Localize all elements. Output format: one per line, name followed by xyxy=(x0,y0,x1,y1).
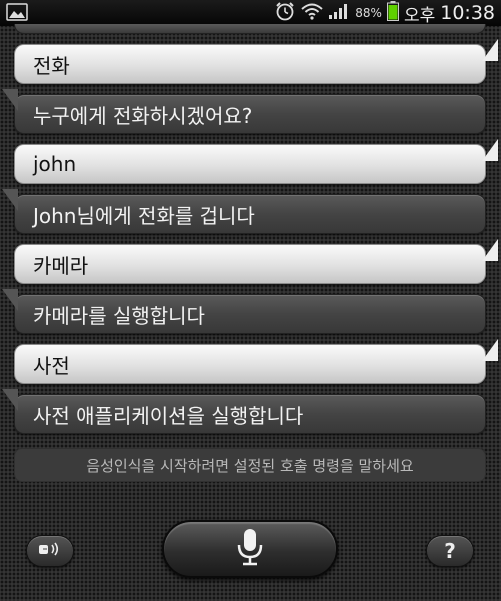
user-message-bubble: 사전 xyxy=(14,339,498,384)
microphone-button[interactable] xyxy=(162,520,338,578)
assistant-message-bubble: 카메라를 실행합니다 xyxy=(2,289,486,334)
assistant-message-bubble: 누구에게 전화하시겠어요? xyxy=(2,89,486,134)
speaker-icon xyxy=(37,540,63,562)
message-text: 카메라 xyxy=(33,253,89,278)
assistant-message-bubble: 사전 애플리케이션을 실행합니다 xyxy=(2,389,486,434)
microphone-icon xyxy=(235,527,265,571)
assistant-message-bubble: John님에게 전화를 겁니다 xyxy=(2,189,486,234)
help-button[interactable]: ? xyxy=(426,535,474,567)
message-text: John님에게 전화를 겁니다 xyxy=(33,203,255,228)
user-message-bubble: 카메라 xyxy=(14,239,498,284)
message-text: 카메라를 실행합니다 xyxy=(33,303,205,328)
message-text: 전화 xyxy=(33,53,70,78)
user-message-bubble: john xyxy=(14,139,498,184)
message-text: 누구에게 전화하시겠어요? xyxy=(33,103,253,128)
help-icon: ? xyxy=(444,539,456,563)
message-text: 사전 xyxy=(33,353,70,378)
previous-message-bubble xyxy=(14,24,486,34)
conversation-list[interactable]: 전화 누구에게 전화하시겠어요? john John님에게 전화를 겁니다 카메… xyxy=(0,0,501,450)
user-message-bubble: 전화 xyxy=(14,39,498,84)
speaker-button[interactable] xyxy=(26,535,74,567)
message-text: 사전 애플리케이션을 실행합니다 xyxy=(33,403,304,428)
message-text: john xyxy=(33,152,77,176)
voice-command-hint: 음성인식을 시작하려면 설정된 호출 명령을 말하세요 xyxy=(14,448,486,482)
